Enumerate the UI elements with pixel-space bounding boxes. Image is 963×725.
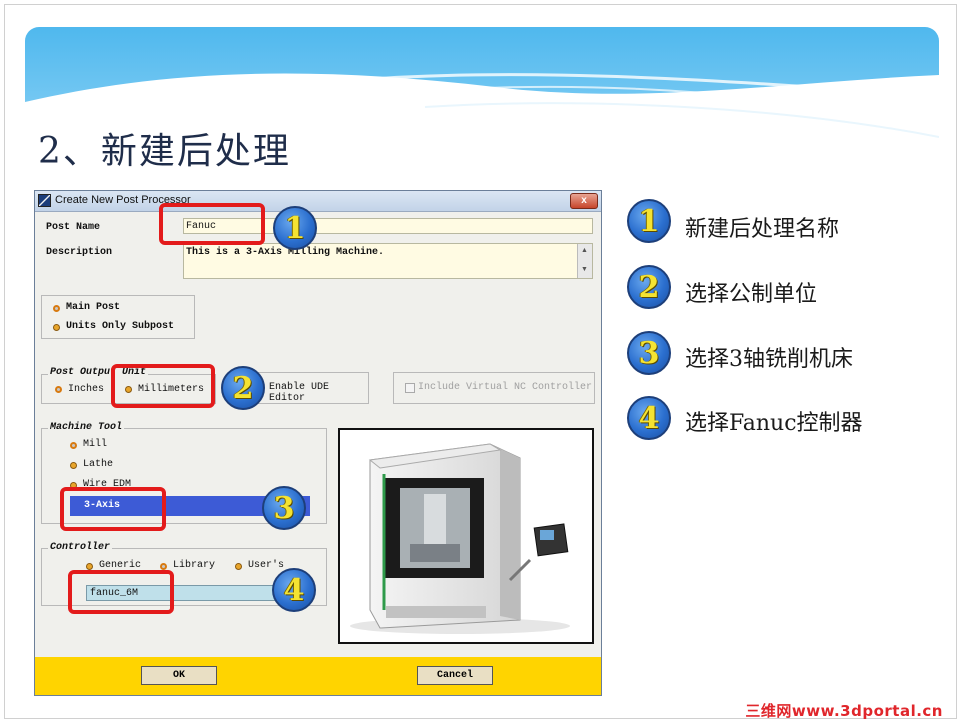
description-value: This is a 3-Axis Milling Machine.	[186, 247, 385, 258]
cnc-machine-illustration	[350, 443, 570, 634]
units-only-radio[interactable]	[53, 324, 60, 331]
dialog-footer: OK Cancel	[35, 657, 601, 695]
machine-preview-image	[338, 428, 594, 644]
library-label: Library	[173, 560, 216, 571]
description-label: Description	[46, 247, 113, 258]
virtual-nc-label: Include Virtual NC Controller	[418, 382, 593, 393]
step-badge-1: 1	[273, 206, 317, 250]
main-post-label: Main Post	[66, 302, 121, 313]
inches-radio[interactable]	[55, 386, 62, 393]
list-badge-2: 2	[627, 265, 671, 309]
virtual-nc-checkbox[interactable]	[405, 383, 415, 393]
users-label: User's	[248, 560, 285, 571]
virtual-nc-group: Include Virtual NC Controller	[393, 372, 595, 404]
generic-radio[interactable]	[86, 563, 93, 570]
create-post-dialog: Create New Post Processor x Post Name Fa…	[34, 190, 602, 696]
step-badge-3: 3	[262, 486, 306, 530]
page-title: 2、新建后处理	[38, 131, 291, 172]
units-only-label: Units Only Subpost	[66, 321, 175, 332]
scroll-down-icon[interactable]: ▼	[581, 266, 588, 273]
dialog-titlebar[interactable]: Create New Post Processor x	[35, 191, 601, 212]
step-1-text: 新建后处理名称	[685, 217, 840, 242]
inches-label: Inches	[68, 384, 105, 395]
ok-button[interactable]: OK	[141, 666, 217, 685]
post-type-group: Main Post Units Only Subpost	[41, 295, 195, 339]
mill-label: Mill	[83, 439, 108, 450]
lathe-label: Lathe	[83, 459, 114, 470]
list-badge-4: 4	[627, 396, 671, 440]
list-badge-1: 1	[627, 199, 671, 243]
ude-editor-label[interactable]: Enable UDE Editor	[269, 382, 368, 404]
mill-radio[interactable]	[70, 442, 77, 449]
highlight-millimeters	[111, 364, 215, 408]
scroll-up-icon[interactable]: ▲	[581, 247, 588, 254]
highlight-post-name	[159, 203, 265, 245]
users-radio[interactable]	[235, 563, 242, 570]
step-badge-4: 4	[272, 568, 316, 612]
machine-tool-legend: Machine Tool	[48, 422, 125, 433]
step-badge-2: 2	[221, 366, 265, 410]
controller-legend: Controller	[48, 542, 113, 553]
library-radio[interactable]	[160, 563, 167, 570]
close-button[interactable]: x	[570, 193, 598, 209]
main-post-radio[interactable]	[53, 305, 60, 312]
highlight-3-axis	[60, 487, 166, 531]
step-3-text: 选择3轴铣削机床	[685, 347, 853, 372]
highlight-controller	[68, 570, 174, 614]
site-watermark: 三维网www.3dportal.cn	[745, 702, 943, 720]
step-2-text: 选择公制单位	[685, 282, 818, 307]
post-name-label: Post Name	[46, 222, 101, 233]
lathe-radio[interactable]	[70, 462, 77, 469]
description-field[interactable]: This is a 3-Axis Milling Machine. ▲ ▼	[183, 243, 593, 279]
list-badge-3: 3	[627, 331, 671, 375]
step-4-text: 选择Fanuc控制器	[685, 411, 863, 436]
cancel-button[interactable]: Cancel	[417, 666, 493, 685]
description-scrollbar[interactable]: ▲ ▼	[577, 244, 592, 278]
app-icon	[38, 194, 51, 207]
